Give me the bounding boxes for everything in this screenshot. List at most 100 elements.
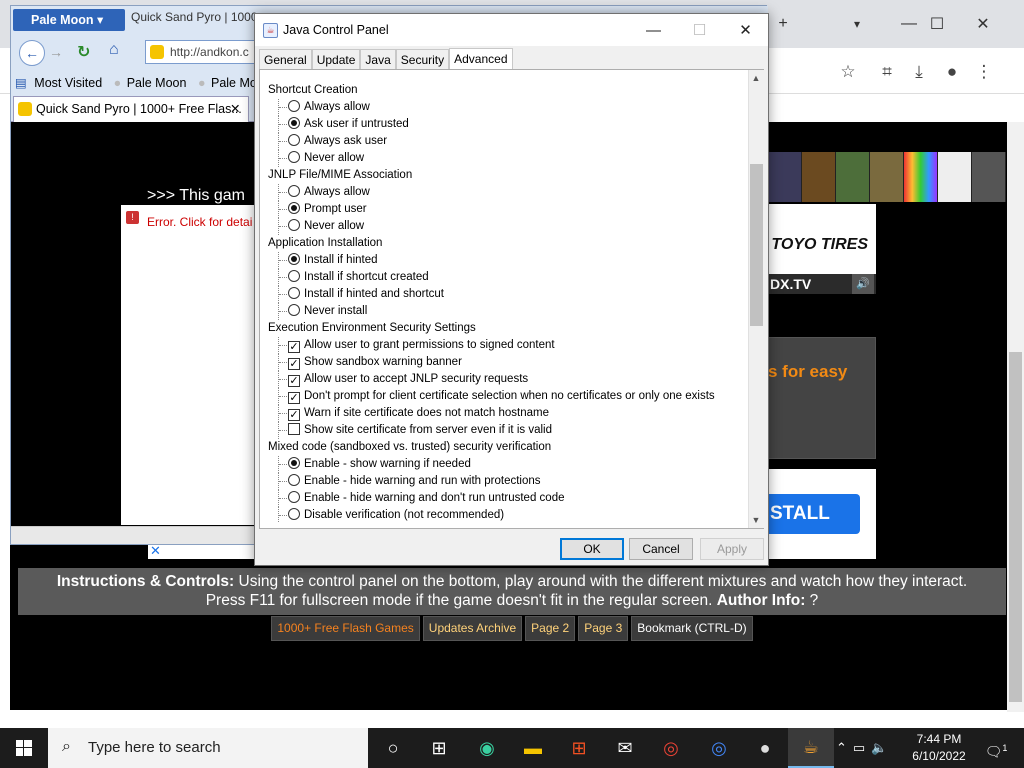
ad-easy[interactable] — [768, 337, 876, 459]
plugin-error-text[interactable]: Error. Click for detai — [147, 215, 252, 229]
checkbox-unchecked-icon[interactable] — [288, 423, 300, 435]
radio-unselected-icon[interactable] — [288, 219, 300, 231]
dialog-minimize-button[interactable]: — — [631, 14, 676, 46]
radio-option[interactable]: Always allow — [266, 184, 746, 201]
network-icon[interactable]: ▭ — [853, 740, 865, 756]
radio-option[interactable]: Install if hinted — [266, 252, 746, 269]
ok-button[interactable]: OK — [560, 538, 624, 560]
radio-option[interactable]: Never allow — [266, 218, 746, 235]
chrome-scrollbar-thumb[interactable] — [1009, 352, 1022, 702]
game-thumbnail[interactable] — [938, 152, 972, 202]
java-control-panel-taskbar-icon[interactable]: ☕ — [788, 728, 834, 768]
volume-icon[interactable]: 🔈 — [871, 740, 887, 756]
checkbox-option[interactable]: ✓ Allow user to accept JNLP security requ… — [266, 371, 746, 388]
bookmark-pale-moon-2[interactable]: Pale Mo — [211, 76, 257, 90]
taskbar-search-input[interactable]: Type here to search — [48, 728, 368, 768]
radio-unselected-icon[interactable] — [288, 185, 300, 197]
forward-arrow-icon[interactable]: → — [49, 44, 63, 60]
checkbox-option[interactable]: ✓ Show sandbox warning banner — [266, 354, 746, 371]
checkbox-option[interactable]: ✓ Don't prompt for client certificate sel… — [266, 388, 746, 405]
home-icon[interactable]: ⌂ — [109, 41, 119, 59]
mail-icon[interactable]: ✉ — [602, 728, 648, 768]
link-free-flash-games[interactable]: 1000+ Free Flash Games — [271, 616, 420, 641]
bookmark-most-visited[interactable]: Most Visited — [34, 76, 102, 90]
store-icon[interactable]: ⊞ — [556, 728, 602, 768]
radio-unselected-icon[interactable] — [288, 100, 300, 112]
radio-option[interactable]: Never allow — [266, 150, 746, 167]
notification-icon[interactable]: 🗨1 — [984, 736, 1008, 760]
radio-option[interactable]: Enable - hide warning and don't run untr… — [266, 490, 746, 507]
checkbox-checked-icon[interactable]: ✓ — [288, 358, 300, 370]
radio-unselected-icon[interactable] — [288, 491, 300, 503]
chrome-canary-icon[interactable]: ◎ — [696, 728, 742, 768]
tab-general[interactable]: General — [259, 49, 312, 70]
ad-close-icon[interactable]: ✕ — [148, 543, 258, 559]
game-thumbnail[interactable] — [870, 152, 904, 202]
link-page-2[interactable]: Page 2 — [525, 616, 576, 641]
radio-option[interactable]: Enable - show warning if needed — [266, 456, 746, 473]
radio-option[interactable]: Enable - hide warning and run with prote… — [266, 473, 746, 490]
more-menu-icon[interactable]: ⋮ — [972, 60, 996, 84]
radio-option[interactable]: Prompt user — [266, 201, 746, 218]
radio-unselected-icon[interactable] — [288, 151, 300, 163]
radio-unselected-icon[interactable] — [288, 508, 300, 520]
game-thumbnail[interactable] — [904, 152, 938, 202]
scroll-up-icon[interactable]: ▲ — [748, 70, 764, 86]
checkbox-option[interactable]: ✓ Allow user to grant permissions to sign… — [266, 337, 746, 354]
plugin-error-box[interactable] — [121, 205, 261, 525]
radio-option[interactable]: Always allow — [266, 99, 746, 116]
profile-icon[interactable]: ● — [940, 60, 964, 84]
radio-option[interactable]: Always ask user — [266, 133, 746, 150]
start-button[interactable] — [0, 728, 48, 768]
system-clock[interactable]: 7:44 PM 6/10/2022 — [904, 731, 974, 765]
task-view-icon[interactable]: ○ — [370, 728, 416, 768]
game-thumbnail[interactable] — [768, 152, 802, 202]
download-icon[interactable]: ⤓ — [907, 60, 931, 84]
cancel-button[interactable]: Cancel — [629, 538, 693, 560]
checkbox-option[interactable]: ✓ Warn if site certificate does not match… — [266, 405, 746, 422]
edge-icon[interactable]: ◉ — [464, 728, 510, 768]
maximize-button[interactable]: ☐ — [914, 0, 960, 48]
checkbox-checked-icon[interactable]: ✓ — [288, 375, 300, 387]
checkbox-checked-icon[interactable]: ✓ — [288, 409, 300, 421]
game-thumbnail[interactable] — [972, 152, 1006, 202]
radio-unselected-icon[interactable] — [288, 134, 300, 146]
radio-option[interactable]: Install if shortcut created — [266, 269, 746, 286]
tab-security[interactable]: Security — [395, 49, 450, 70]
settings-scrollbar-thumb[interactable] — [750, 164, 763, 326]
back-button[interactable]: ← — [19, 40, 45, 66]
radio-selected-icon[interactable] — [288, 117, 300, 129]
radio-unselected-icon[interactable] — [288, 270, 300, 282]
link-updates-archive[interactable]: Updates Archive — [422, 616, 523, 641]
tab-java[interactable]: Java — [360, 49, 396, 70]
tab-close-icon[interactable]: ✕ — [230, 97, 240, 121]
radio-option[interactable]: Install if hinted and shortcut — [266, 286, 746, 303]
chrome-icon[interactable]: ◎ — [648, 728, 694, 768]
radio-unselected-icon[interactable] — [288, 474, 300, 486]
radio-option[interactable]: Disable verification (not recommended) — [266, 507, 746, 522]
bookmark-pale-moon[interactable]: Pale Moon — [127, 76, 187, 90]
star-icon[interactable]: ☆ — [836, 60, 860, 84]
link-bookmark[interactable]: Bookmark (CTRL-D) — [631, 616, 753, 641]
crop-icon[interactable]: ⌗ — [875, 60, 899, 84]
radio-unselected-icon[interactable] — [288, 287, 300, 299]
chevron-up-icon[interactable]: ⌃ — [836, 740, 847, 756]
radio-selected-icon[interactable] — [288, 253, 300, 265]
game-thumbnail[interactable] — [802, 152, 836, 202]
palemoon-icon[interactable]: ● — [742, 728, 788, 768]
ad-install-button[interactable]: STALL — [768, 494, 860, 534]
game-thumbnails[interactable] — [768, 152, 1006, 202]
game-thumbnail[interactable] — [836, 152, 870, 202]
checkbox-checked-icon[interactable]: ✓ — [288, 341, 300, 353]
radio-selected-icon[interactable] — [288, 202, 300, 214]
checkbox-option[interactable]: Show site certificate from server even i… — [266, 422, 746, 439]
radio-unselected-icon[interactable] — [288, 304, 300, 316]
tab-update[interactable]: Update — [311, 49, 361, 70]
close-button[interactable]: ✕ — [960, 0, 1006, 48]
reload-icon[interactable]: ↻ — [77, 42, 90, 62]
link-page-3[interactable]: Page 3 — [578, 616, 629, 641]
palemoon-menu-button[interactable]: Pale Moon ▾ — [13, 9, 125, 31]
file-explorer-icon[interactable]: ▬ — [510, 728, 556, 768]
palemoon-tab[interactable]: Quick Sand Pyro | 1000+ Free Flas... ✕ — [13, 96, 249, 122]
widgets-icon[interactable]: ⊞ — [416, 728, 462, 768]
